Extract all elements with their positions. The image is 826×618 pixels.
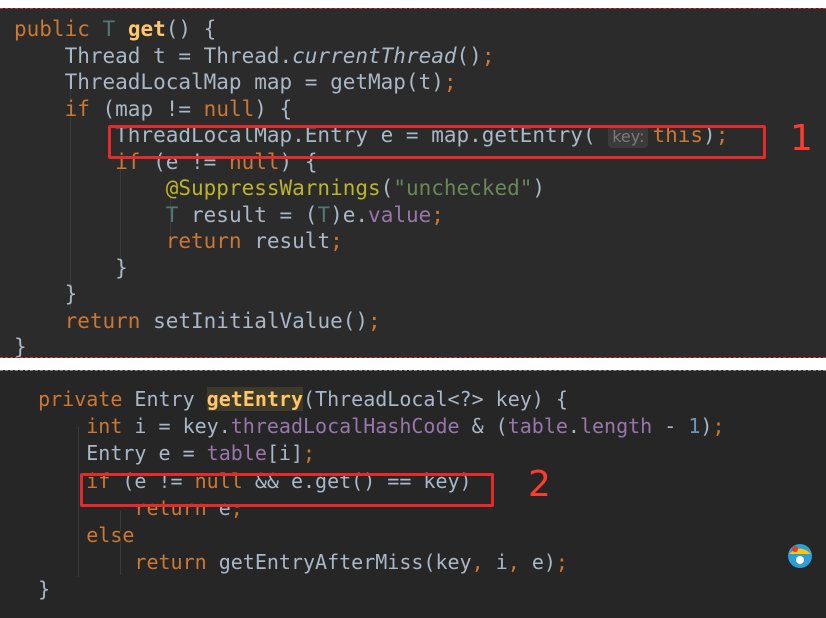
code-line: else <box>14 521 134 549</box>
code-line: } <box>14 254 128 282</box>
code-token: , <box>507 550 532 575</box>
code-token: } <box>14 282 78 306</box>
code-token: ; <box>330 229 343 253</box>
highlight-box-1 <box>108 125 766 159</box>
code-token: ; <box>431 202 444 227</box>
code-token: Entry e = <box>14 441 207 466</box>
code-token: length <box>579 414 653 439</box>
code-token: getEntryAfterMiss(key <box>218 550 472 575</box>
code-token: T <box>165 202 192 227</box>
code-token: ; <box>303 441 316 466</box>
code-token: () { <box>165 17 217 41</box>
code-line: private Entry getEntry(ThreadLocal<?> ke… <box>14 385 568 413</box>
code-token: ( <box>380 176 394 200</box>
code-token: return <box>165 229 255 253</box>
code-token: () <box>456 43 482 68</box>
code-token: ThreadLocalMap map = getMap(t) <box>14 70 444 94</box>
code-line: } <box>14 280 78 308</box>
code-line: if (map != null) { <box>14 95 293 123</box>
code-token: return <box>64 308 154 333</box>
code-token: Thread t = Thread. <box>14 43 293 68</box>
code-token: } <box>14 255 128 280</box>
code-token: currentThread <box>292 43 457 68</box>
code-token: if <box>64 96 103 121</box>
code-line: ThreadLocalMap map = getMap(t); <box>14 68 457 96</box>
code-token: Entry <box>134 387 207 411</box>
code-token: threadLocalHashCode <box>230 414 460 439</box>
code-line: } <box>14 575 50 603</box>
code-panel-getentry: private Entry getEntry(ThreadLocal<?> ke… <box>0 370 826 618</box>
code-token: result = ( <box>191 202 318 227</box>
code-line: } <box>14 333 27 358</box>
code-token: , <box>471 550 496 575</box>
code-token: (map != <box>102 96 204 121</box>
annotation-number-2: 2 <box>528 464 551 505</box>
code-token: } <box>14 335 27 358</box>
code-token: result <box>254 229 331 253</box>
code-line: T result = (T)e.value; <box>14 201 444 229</box>
code-token: i = key. <box>134 414 231 439</box>
code-panel-get: public T get() { Thread t = Thread.curre… <box>0 8 826 358</box>
highlight-box-2 <box>80 473 494 507</box>
code-token: . <box>567 414 580 439</box>
code-line: int i = key.threadLocalHashCode & (table… <box>14 412 724 440</box>
code-token: else <box>86 523 135 547</box>
code-token: get <box>127 17 166 41</box>
annotation-number-1: 1 <box>790 118 813 159</box>
code-token: table <box>206 441 267 466</box>
code-token: setInitialValue() <box>153 308 369 333</box>
code-token: ; <box>368 308 381 333</box>
code-token: ; <box>481 43 495 68</box>
code-token: value <box>368 202 432 227</box>
code-token: getEntry <box>206 387 303 411</box>
code-line: return result; <box>14 227 343 255</box>
code-token: ; <box>555 550 568 575</box>
code-token: @SuppressWarnings <box>165 176 381 200</box>
code-token: return <box>134 550 219 575</box>
code-token: table <box>507 414 568 439</box>
code-token: ) <box>700 414 713 439</box>
code-token: null <box>203 96 255 121</box>
code-token: ) { <box>254 96 293 121</box>
code-token: int <box>86 414 135 439</box>
code-token: } <box>14 577 51 602</box>
code-token: ) <box>532 176 546 200</box>
code-token: 1 <box>688 414 701 439</box>
code-token: & ( <box>459 414 508 439</box>
code-token: )e. <box>330 202 369 227</box>
code-token: - <box>652 414 689 439</box>
code-token: public <box>14 17 103 41</box>
code-line: @SuppressWarnings("unchecked") <box>14 174 545 202</box>
code-line: Entry e = table[i]; <box>14 439 315 467</box>
code-token: ; <box>712 414 725 439</box>
code-token: T <box>102 17 128 41</box>
mascot-icon <box>788 544 812 568</box>
code-line: Thread t = Thread.currentThread(); <box>14 42 495 70</box>
code-token: private <box>38 387 135 411</box>
code-token: T <box>317 202 331 227</box>
code-token: [i] <box>266 441 303 466</box>
code-token: (ThreadLocal<?> key) { <box>303 387 568 411</box>
code-token: i <box>495 550 508 575</box>
code-line: return setInitialValue(); <box>14 307 381 335</box>
code-token: "unchecked" <box>393 176 533 200</box>
code-token: e) <box>531 550 556 575</box>
code-line: return getEntryAfterMiss(key, i, e); <box>14 548 568 576</box>
code-token: ; <box>443 70 457 94</box>
code-line: public T get() { <box>14 15 216 43</box>
